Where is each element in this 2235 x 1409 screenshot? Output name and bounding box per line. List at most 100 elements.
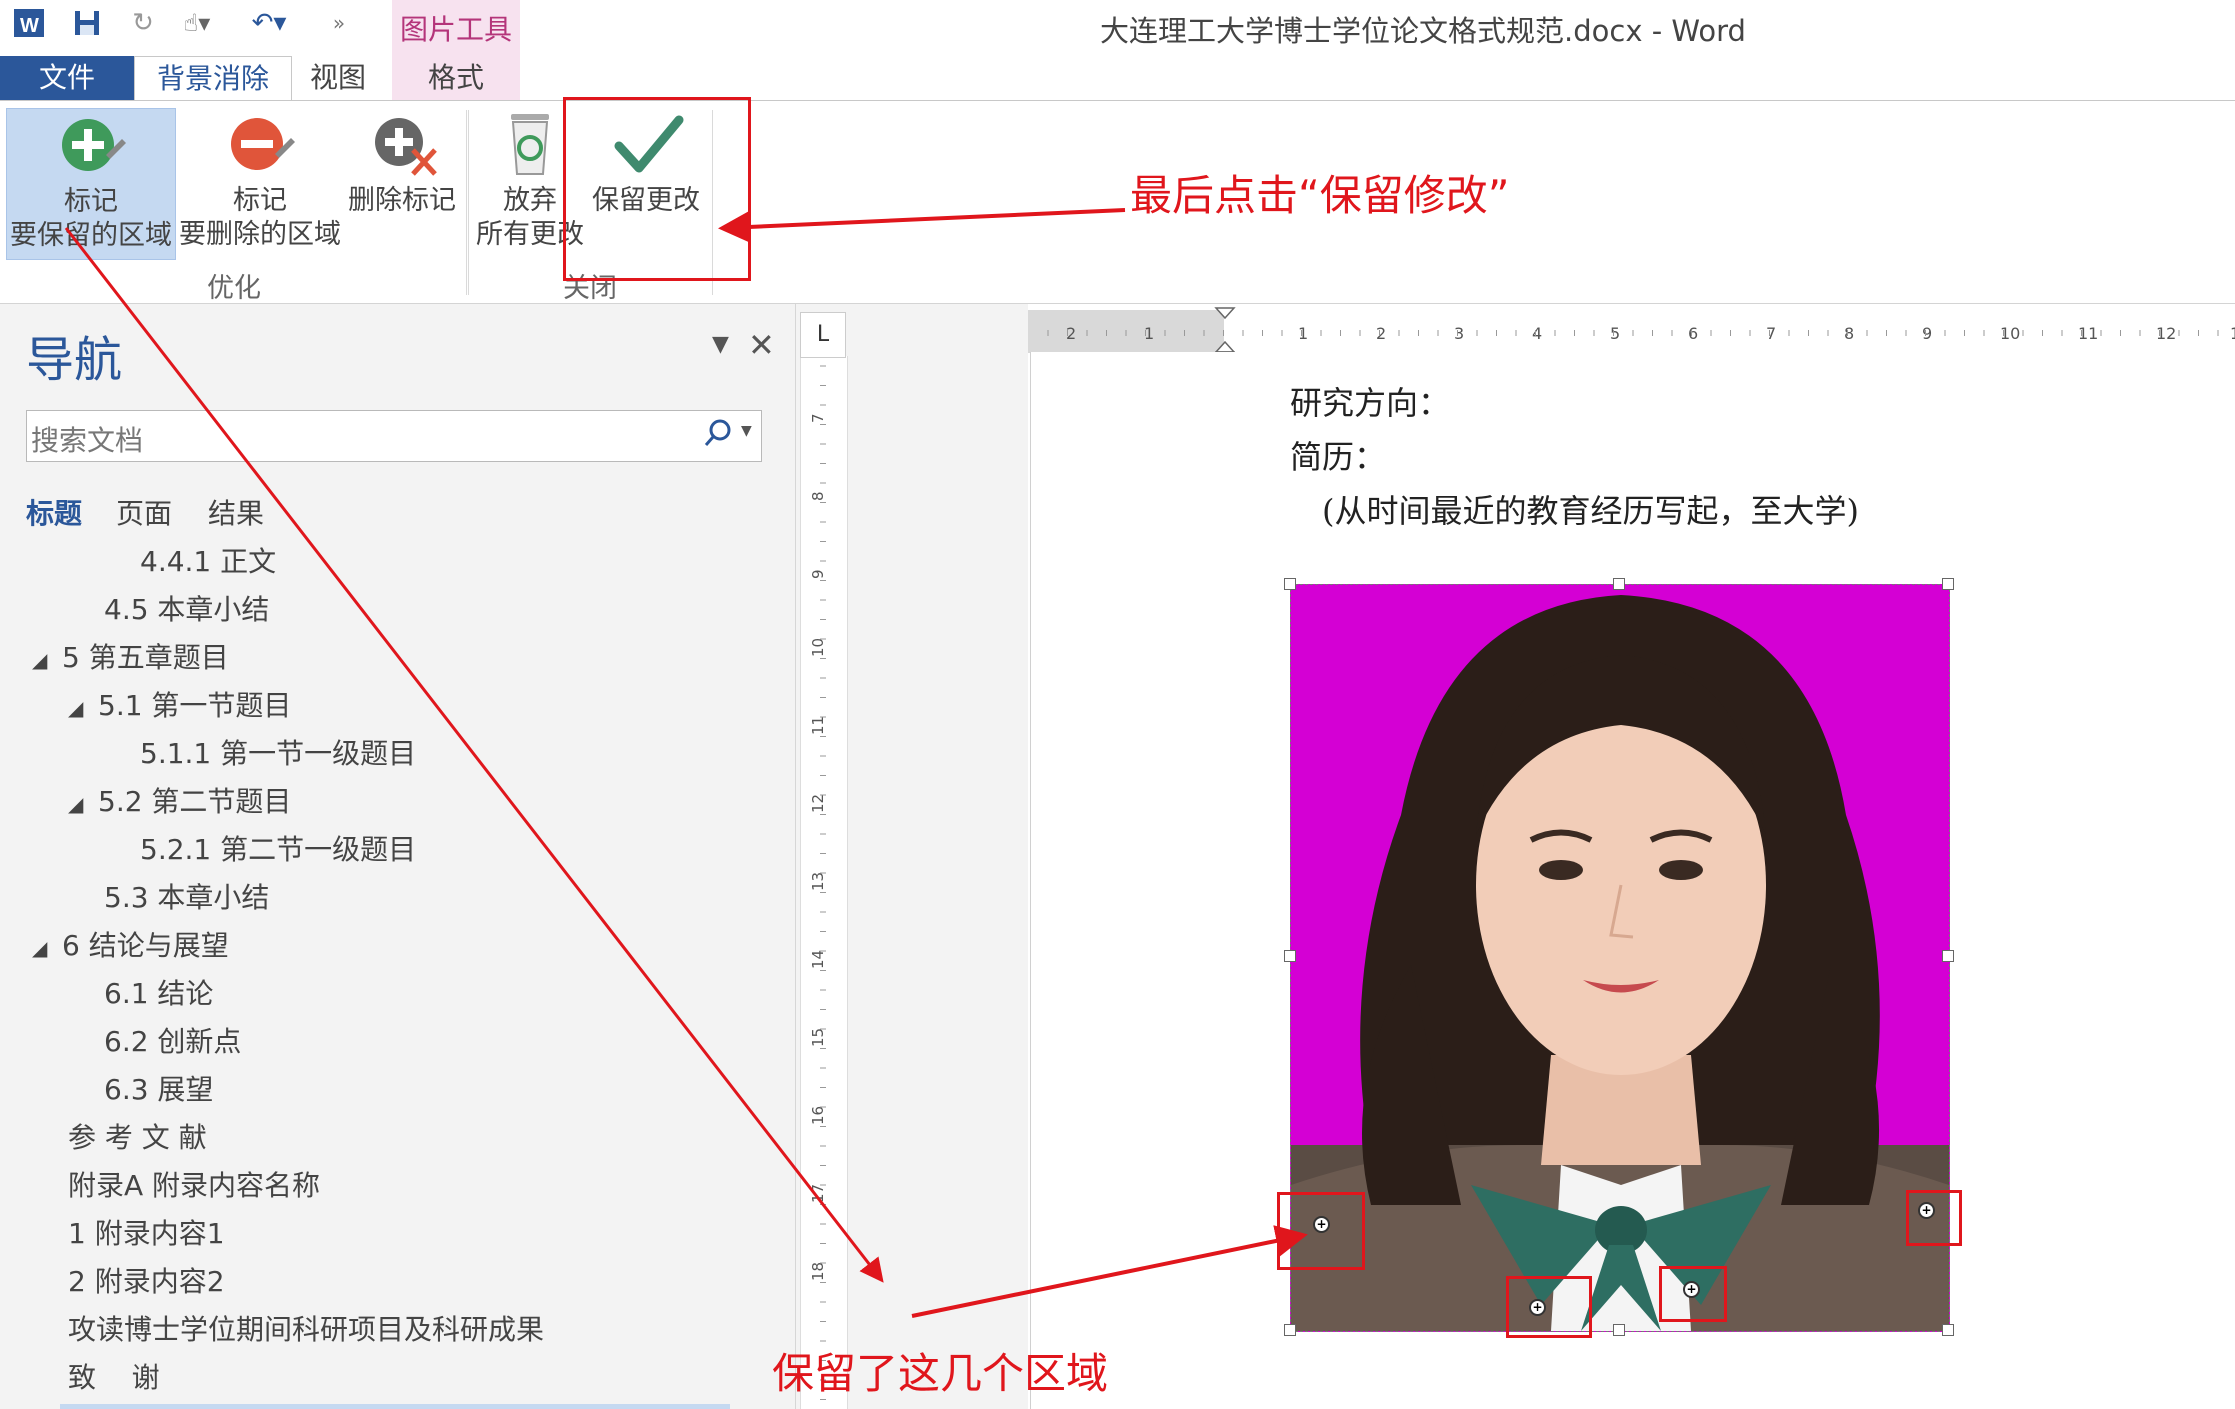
mark-keep-line1: 标记 [64,186,118,217]
ruler-tick-label: 18 [809,1262,827,1281]
ruler-tick-label: 1 [2230,324,2235,343]
doc-line-research-direction[interactable]: 研究方向： [1290,378,1450,424]
mark-remove-line1: 标记 [233,185,287,216]
group-separator-2 [466,110,467,295]
vertical-ruler-ticks: 7 8 9 10 11 12 13 14 15 16 17 18 [809,365,827,1400]
annotation-box-keep-area [1277,1192,1365,1270]
search-dropdown-icon[interactable]: ▼ [741,423,752,439]
resize-handle[interactable] [1613,1324,1625,1336]
mark-areas-to-remove-button[interactable]: 标记 要删除的区域 [176,108,344,258]
ruler-tick-label: 7 [809,413,827,423]
ruler-tick-label: 8 [809,491,827,501]
nav-options-icon[interactable]: ▼ [712,332,729,357]
nav-heading-item[interactable]: 5.3 本章小结 [104,874,269,922]
nav-heading-item[interactable]: 2 附录内容2 [68,1258,225,1306]
ruler-tick-label: 10 [809,638,827,657]
ruler-tick-label: 12 [809,794,827,813]
resize-handle[interactable] [1942,1324,1954,1336]
collapse-triangle-icon[interactable]: ◢ [32,924,62,972]
annotation-box-keep-area [1506,1276,1592,1338]
nav-tab-pages[interactable]: 页面 [116,492,172,532]
nav-selection-highlight [60,1404,730,1409]
ruler-tick-label: 4 [1532,324,1542,343]
recycle-bin-icon [497,108,563,180]
portrait-photo[interactable] [1290,584,1950,1332]
nav-heading-item[interactable]: 5.2.1 第二节一级题目 [140,826,416,874]
undo-icon[interactable]: ↶▾ [252,6,287,40]
ruler-tick-label: 16 [809,1106,827,1125]
resize-handle[interactable] [1284,578,1296,590]
ruler-tick-label: 17 [809,1184,827,1203]
ruler-tick-label: 8 [1844,324,1854,343]
doc-line-resume-note[interactable]: (从时间最近的教育经历写起，至大学) [1322,486,1859,532]
ruler-tick-label: 13 [809,872,827,891]
tab-format[interactable]: 格式 [418,56,494,100]
mark-keep-line2: 要保留的区域 [10,220,172,251]
nav-heading-item[interactable]: 4.5 本章小结 [104,586,269,634]
nav-heading-item[interactable]: 6.1 结论 [104,970,213,1018]
resize-handle[interactable] [1284,1324,1296,1336]
collapse-triangle-icon[interactable]: ◢ [68,780,98,828]
nav-heading-item[interactable]: 1 附录内容1 [68,1210,225,1258]
nav-heading-item[interactable]: 参 考 文 献 [68,1114,207,1162]
resize-handle[interactable] [1613,578,1625,590]
annotation-top-text: 最后点击“保留修改” [1130,171,1510,220]
nav-heading-item[interactable]: 6.3 展望 [104,1066,213,1114]
repeat-icon[interactable]: ↻ [126,6,160,40]
ruler-tick-label: 15 [809,1028,827,1047]
search-icon[interactable] [703,417,735,455]
ruler-tick-label: 9 [1922,324,1932,343]
nav-heading-item[interactable]: ◢ 5.2 第二节题目 [68,778,291,826]
delete-mark-icon [369,108,437,180]
resize-handle[interactable] [1942,578,1954,590]
annotation-box-keep-area [1659,1266,1727,1322]
collapse-triangle-icon[interactable]: ◢ [68,684,98,732]
mark-remove-line2: 要删除的区域 [179,219,341,250]
nav-heading-text: 5 第五章题目 [62,641,229,674]
nav-heading-item[interactable]: 5.1.1 第一节一级题目 [140,730,416,778]
window-title: 大连理工大学博士学位论文格式规范.docx - Word [1100,14,1746,48]
nav-heading-item[interactable]: 6.2 创新点 [104,1018,241,1066]
mark-areas-to-keep-button[interactable]: 标记 要保留的区域 [6,108,176,260]
annotation-box-keep-changes [563,97,751,281]
nav-heading-item[interactable]: ◢ 5 第五章题目 [32,634,229,682]
resize-handle[interactable] [1284,950,1296,962]
tab-view[interactable]: 视图 [300,56,376,100]
annotation-bottom-text: 保留了这几个区域 [772,1349,1109,1398]
nav-close-icon[interactable]: ✕ [748,326,775,364]
word-app-icon[interactable]: W [12,6,46,40]
ruler-tick-label: 2 [1376,324,1386,343]
delete-mark-button[interactable]: 删除标记 [342,108,462,258]
nav-tab-headings[interactable]: 标题 [26,492,82,532]
nav-heading-item[interactable]: 4.4.1 正文 [140,538,276,586]
doc-line-resume[interactable]: 简历： [1290,432,1386,478]
portrait-illustration [1291,595,1949,1331]
touch-mode-icon[interactable]: ☝▾ [180,6,214,40]
nav-heading-item[interactable]: 致 谢 [68,1354,160,1402]
resize-handle[interactable] [1942,950,1954,962]
tab-selector[interactable]: L [800,312,846,358]
nav-heading-text: 5.2 第二节题目 [98,785,292,818]
collapse-triangle-icon[interactable]: ◢ [32,636,62,684]
ruler-tick-label: 9 [809,569,827,579]
nav-heading-item[interactable]: 附录A 附录内容名称 [68,1162,320,1210]
nav-heading-item[interactable]: ◢ 6 结论与展望 [32,922,229,970]
ruler-tick-label: 3 [1454,324,1464,343]
nav-heading-text: 6 结论与展望 [62,929,229,962]
ruler-tick-label: 6 [1688,324,1698,343]
search-input[interactable]: 搜索文档 ▼ [26,410,762,462]
tab-file[interactable]: 文件 [0,56,134,100]
nav-heading-item[interactable]: ◢ 5.1 第一节题目 [68,682,291,730]
ruler-tick-label: 11 [809,716,827,735]
nav-heading-item[interactable]: 攻读博士学位期间科研项目及科研成果 [68,1306,544,1354]
tab-background-removal[interactable]: 背景消除 [134,56,292,102]
nav-tab-results[interactable]: 结果 [208,492,264,532]
discard-line1: 放弃 [503,185,557,216]
save-icon[interactable] [70,6,104,40]
mark-keep-icon [58,109,126,181]
picture-tools-label: 图片工具 [399,13,512,46]
customize-qat-icon[interactable]: » [322,6,356,40]
mark-remove-icon [227,108,295,180]
group-separator [468,110,469,295]
ruler-ticks: 211234567891011121 [1047,324,2235,343]
